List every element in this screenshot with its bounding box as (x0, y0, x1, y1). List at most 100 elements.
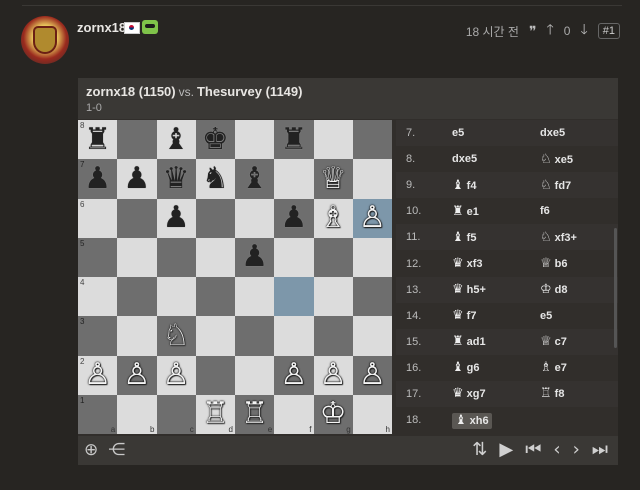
white-move[interactable]: ♝ xh6 (452, 412, 540, 429)
square-g3[interactable] (313, 316, 353, 356)
square-c1[interactable]: c (156, 394, 196, 434)
white-piece-icon[interactable]: ♙ (353, 199, 392, 238)
square-h7[interactable] (352, 159, 392, 199)
square-d6[interactable] (195, 198, 235, 238)
black-piece-icon[interactable]: ♜ (78, 120, 117, 159)
square-e2[interactable] (235, 355, 275, 395)
white-piece-icon[interactable]: ♗ (314, 199, 353, 238)
square-a3[interactable]: 3 (78, 316, 118, 356)
post-number[interactable]: #1 (597, 23, 620, 39)
square-e8[interactable] (235, 120, 275, 160)
white-piece-icon[interactable]: ♙ (157, 356, 196, 395)
square-h4[interactable] (352, 277, 392, 317)
square-b2[interactable]: ♙ (117, 355, 157, 395)
black-player[interactable]: Thesurvey (1149) (197, 84, 303, 99)
square-d2[interactable] (195, 355, 235, 395)
white-move[interactable]: ♛ xg7 (452, 386, 540, 401)
square-e3[interactable] (235, 316, 275, 356)
black-move[interactable]: e5 (540, 310, 552, 322)
black-move[interactable]: ♘ fd7 (540, 178, 571, 193)
square-b7[interactable]: ♟ (117, 159, 157, 199)
white-piece-icon[interactable]: ♙ (353, 356, 392, 395)
square-h5[interactable] (352, 237, 392, 277)
square-b4[interactable] (117, 277, 157, 317)
square-e6[interactable] (235, 198, 275, 238)
white-piece-icon[interactable]: ♔ (314, 395, 353, 434)
square-d5[interactable] (195, 237, 235, 277)
black-move[interactable]: ♗ e7 (540, 360, 567, 375)
white-piece-icon[interactable]: ♙ (78, 356, 117, 395)
square-a4[interactable]: 4 (78, 277, 118, 317)
square-h8[interactable] (352, 120, 392, 160)
share-icon[interactable]: ⋲ (108, 440, 125, 460)
square-g1[interactable]: g ♔ (313, 394, 353, 434)
square-g4[interactable] (313, 277, 353, 317)
last-move-icon[interactable]: ⏭ (592, 439, 608, 460)
square-g6[interactable]: ♗ (313, 198, 353, 238)
black-move[interactable]: ♘ xf3+ (540, 230, 577, 245)
square-h1[interactable]: h (352, 394, 392, 434)
black-move[interactable]: ♕ c7 (540, 334, 567, 349)
square-d4[interactable] (195, 277, 235, 317)
analyze-icon[interactable]: ⊕ (84, 440, 98, 460)
square-c5[interactable] (156, 237, 196, 277)
black-piece-icon[interactable]: ♟ (157, 199, 196, 238)
black-piece-icon[interactable]: ♞ (196, 159, 235, 198)
square-h2[interactable]: ♙ (352, 355, 392, 395)
white-move[interactable]: ♛ f7 (452, 308, 540, 323)
black-piece-icon[interactable]: ♜ (274, 120, 313, 159)
square-a8[interactable]: 8 ♜ (78, 120, 118, 160)
square-a7[interactable]: 7 ♟ (78, 159, 118, 199)
black-piece-icon[interactable]: ♛ (157, 159, 196, 198)
square-e5[interactable]: ♟ (235, 237, 275, 277)
square-b1[interactable]: b (117, 394, 157, 434)
square-e1[interactable]: e ♖ (235, 394, 275, 434)
square-f4[interactable] (274, 277, 314, 317)
white-piece-icon[interactable]: ♖ (196, 395, 235, 434)
white-move[interactable]: ♝ g6 (452, 360, 540, 375)
square-c8[interactable]: ♝ (156, 120, 196, 160)
square-h3[interactable] (352, 316, 392, 356)
white-move[interactable]: ♝ f5 (452, 230, 540, 245)
square-b8[interactable] (117, 120, 157, 160)
black-move[interactable]: f6 (540, 205, 550, 217)
black-piece-icon[interactable]: ♚ (196, 120, 235, 159)
black-move[interactable]: ♕ b6 (540, 256, 568, 271)
black-move[interactable]: ♖ f8 (540, 386, 564, 401)
square-e7[interactable]: ♝ (235, 159, 275, 199)
square-b3[interactable] (117, 316, 157, 356)
post-time[interactable]: 18 시간 전 (466, 23, 519, 40)
square-d1[interactable]: d ♖ (195, 394, 235, 434)
quote-icon[interactable]: ❞ (529, 23, 537, 40)
black-piece-icon[interactable]: ♟ (78, 159, 117, 198)
square-b6[interactable] (117, 198, 157, 238)
move-list-scrollbar[interactable] (614, 228, 617, 348)
square-c2[interactable]: ♙ (156, 355, 196, 395)
white-piece-icon[interactable]: ♙ (117, 356, 156, 395)
white-move[interactable]: ♜ ad1 (452, 334, 540, 349)
square-c4[interactable] (156, 277, 196, 317)
square-g7[interactable]: ♕ (313, 159, 353, 199)
square-f1[interactable]: f (274, 394, 314, 434)
square-a6[interactable]: 6 (78, 198, 118, 238)
first-move-icon[interactable]: ⏮ (525, 439, 541, 460)
square-c6[interactable]: ♟ (156, 198, 196, 238)
square-b5[interactable] (117, 237, 157, 277)
black-piece-icon[interactable]: ♝ (235, 159, 274, 198)
white-move[interactable]: ♜ e1 (452, 204, 540, 219)
post-username[interactable]: zornx18 (77, 20, 126, 35)
square-d3[interactable] (195, 316, 235, 356)
square-f8[interactable]: ♜ (274, 120, 314, 160)
square-g5[interactable] (313, 237, 353, 277)
square-g8[interactable] (313, 120, 353, 160)
white-move[interactable]: ♛ xf3 (452, 256, 540, 271)
square-d7[interactable]: ♞ (195, 159, 235, 199)
white-move[interactable]: ♛ h5+ (452, 282, 540, 297)
white-player[interactable]: zornx18 (1150) (86, 84, 176, 99)
avatar[interactable] (21, 16, 69, 64)
black-piece-icon[interactable]: ♟ (235, 238, 274, 277)
square-f6[interactable]: ♟ (274, 198, 314, 238)
play-icon[interactable]: ▶ (499, 439, 513, 460)
black-piece-icon[interactable]: ♟ (117, 159, 156, 198)
square-f7[interactable] (274, 159, 314, 199)
